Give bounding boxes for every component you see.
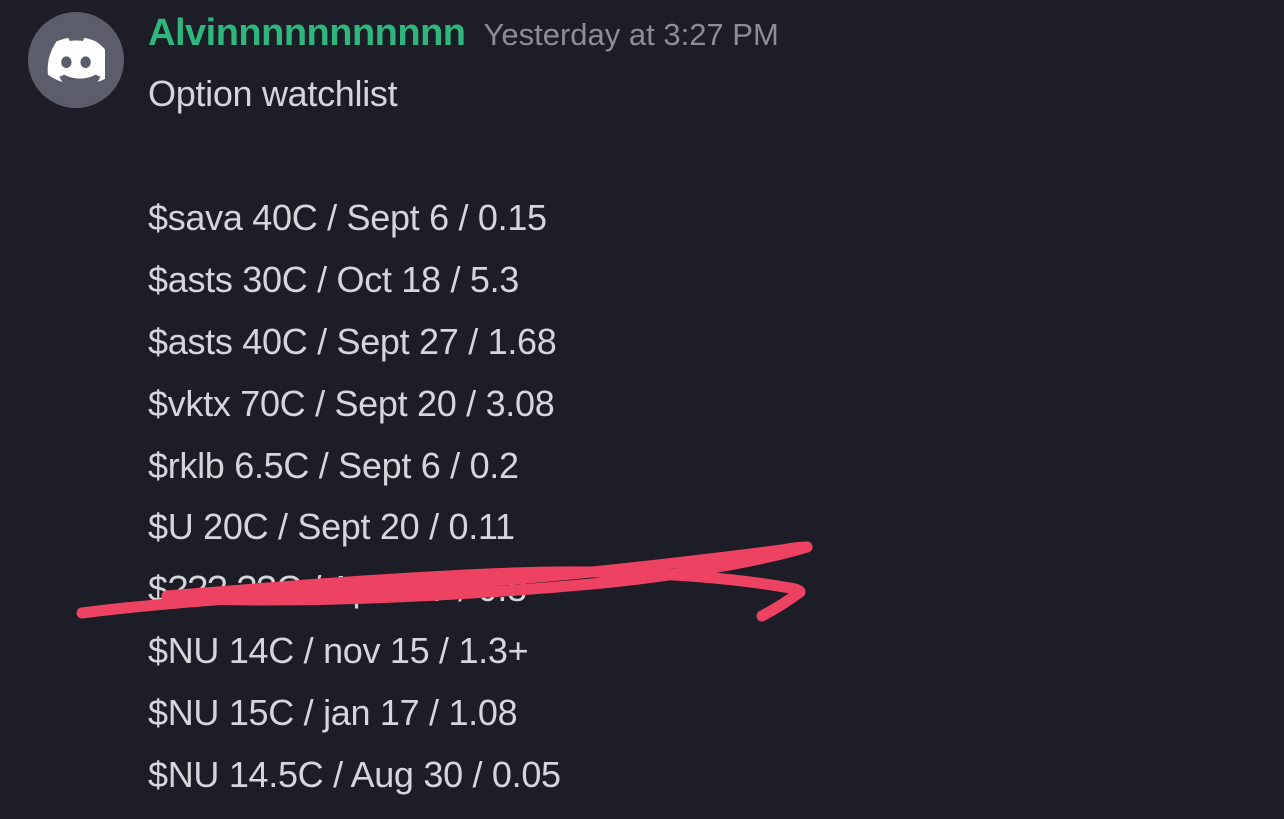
watchlist-item: $asts 40C / Sept 27 / 1.68 (148, 311, 1256, 373)
message-body: Alvinnnnnnnnnnn Yesterday at 3:27 PM Opt… (148, 12, 1256, 806)
watchlist-item: $NU 14.5C / Aug 30 / 0.05 (148, 744, 1256, 806)
watchlist-item: $rklb 6.5C / Sept 6 / 0.2 (148, 435, 1256, 497)
content-header-line: Option watchlist (148, 63, 1256, 125)
avatar[interactable] (28, 12, 124, 108)
message-container: Alvinnnnnnnnnnn Yesterday at 3:27 PM Opt… (0, 0, 1284, 818)
watchlist-item: $U 20C / Sept 20 / 0.11 (148, 496, 1256, 558)
watchlist-item-scribbled: $??? ??C / April 17 / 0.8 (148, 558, 1256, 620)
message-content: Option watchlist $sava 40C / Sept 6 / 0.… (148, 63, 1256, 806)
timestamp: Yesterday at 3:27 PM (484, 17, 779, 53)
username[interactable]: Alvinnnnnnnnnnn (148, 12, 466, 55)
avatar-wrapper (28, 12, 124, 806)
message-header: Alvinnnnnnnnnnn Yesterday at 3:27 PM (148, 12, 1256, 55)
watchlist-item: $sava 40C / Sept 6 / 0.15 (148, 187, 1256, 249)
blank-line (148, 125, 1256, 187)
watchlist-item: $NU 15C / jan 17 / 1.08 (148, 682, 1256, 744)
watchlist-item: $asts 30C / Oct 18 / 5.3 (148, 249, 1256, 311)
discord-logo-icon (47, 31, 105, 89)
watchlist-item: $vktx 70C / Sept 20 / 3.08 (148, 373, 1256, 435)
scribbled-line-wrapper: $??? ??C / April 17 / 0.8 (148, 558, 1256, 620)
watchlist-item: $NU 14C / nov 15 / 1.3+ (148, 620, 1256, 682)
